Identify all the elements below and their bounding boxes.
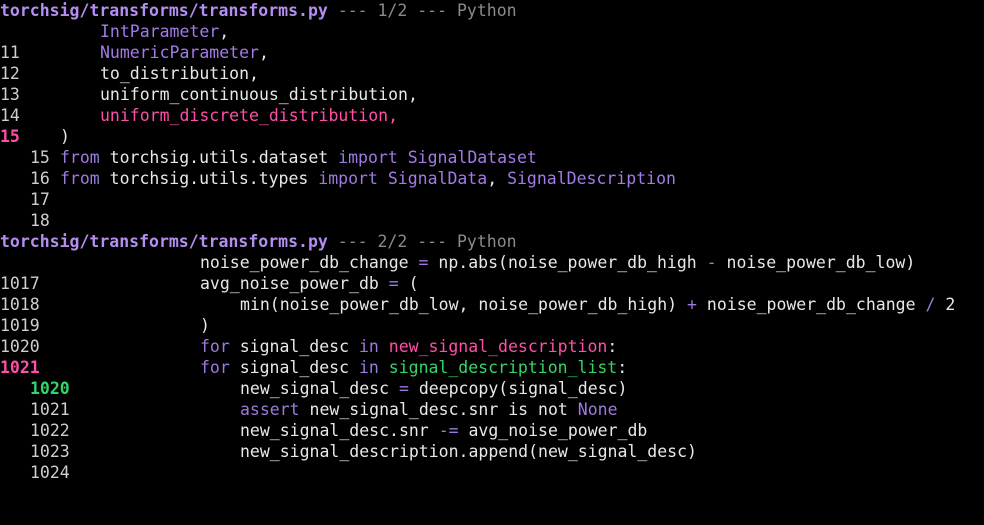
file-name: torchsig/transforms/transforms.py [0,232,328,251]
code-text: to_distribution, [100,64,259,83]
diff-line: 1024 new_signal_description.append(new_s… [0,441,697,482]
line-number: 1024 [30,463,70,482]
diff-line-removed: 15 uniform_discrete_distribution, [0,105,398,146]
diff-line-removed: 1021 for signal_desc in new_signal_descr… [0,336,617,377]
code-text: IntParameter, [100,22,230,41]
code-text: from torchsig.utils.dataset import Signa… [60,148,537,167]
diff-line: 16 from torchsig.utils.dataset import Si… [0,147,537,188]
language-label: Python [456,1,517,20]
code-text: uniform_continuous_distribution, [100,85,418,104]
hunk-header: torchsig/transforms/transforms.py --- 1/… [0,0,517,21]
hunk-separator: --- 2/2 --- [327,232,457,251]
code-text: min(noise_power_db_low, noise_power_db_h… [240,295,956,314]
code-text: new_signal_description.append(new_signal… [240,442,697,461]
diff-line: 1018 avg_noise_power_db = ( [0,273,419,314]
diff-line: 17 from torchsig.utils.types import Sign… [0,168,676,209]
language-label: Python [456,232,517,251]
code-text: new_signal_desc = deepcopy(signal_desc) [240,379,628,398]
diff-line: 13 to_distribution, [0,63,259,104]
diff-line: 12 NumericParameter, [0,42,269,83]
diff-line: 1022 assert new_signal_desc.snr is not N… [0,399,618,440]
code-text: uniform_discrete_distribution, [100,106,399,125]
diff-line: 15 ) [0,126,70,167]
code-text: NumericParameter, [100,43,269,62]
code-text: from torchsig.utils.types import SignalD… [60,169,676,188]
diff-line: 1020 ) [0,315,210,356]
diff-line: 1023 new_signal_desc.snr -= avg_noise_po… [0,420,647,461]
diff-terminal: torchsig/transforms/transforms.py --- 1/… [0,0,984,482]
file-name: torchsig/transforms/transforms.py [0,1,328,20]
code-text: avg_noise_power_db = ( [200,274,419,293]
hunk-separator: --- 1/2 --- [327,1,457,20]
code-text: noise_power_db_change = np.abs(noise_pow… [200,253,916,272]
code-text: ) [200,316,210,335]
hunk-header: torchsig/transforms/transforms.py --- 2/… [0,231,517,252]
code-text: new_signal_desc.snr -= avg_noise_power_d… [240,421,648,440]
diff-line: 11 IntParameter, [0,21,229,62]
code-text: ) [60,127,70,146]
diff-line: 1017 noise_power_db_change = np.abs(nois… [0,252,915,293]
diff-line-added: 1020 for signal_desc in signal_descripti… [0,357,627,398]
diff-line: 1021 new_signal_desc = deepcopy(signal_d… [0,378,627,419]
diff-line: 1019 min(noise_power_db_low, noise_power… [0,294,955,335]
code-text: assert new_signal_desc.snr is not None [240,400,618,419]
code-text: for signal_desc in new_signal_descriptio… [200,337,618,356]
diff-line: 14 uniform_continuous_distribution, [0,84,418,125]
code-text: for signal_desc in signal_description_li… [200,358,628,377]
diff-line: 18 [0,189,50,230]
line-number: 18 [30,211,50,230]
